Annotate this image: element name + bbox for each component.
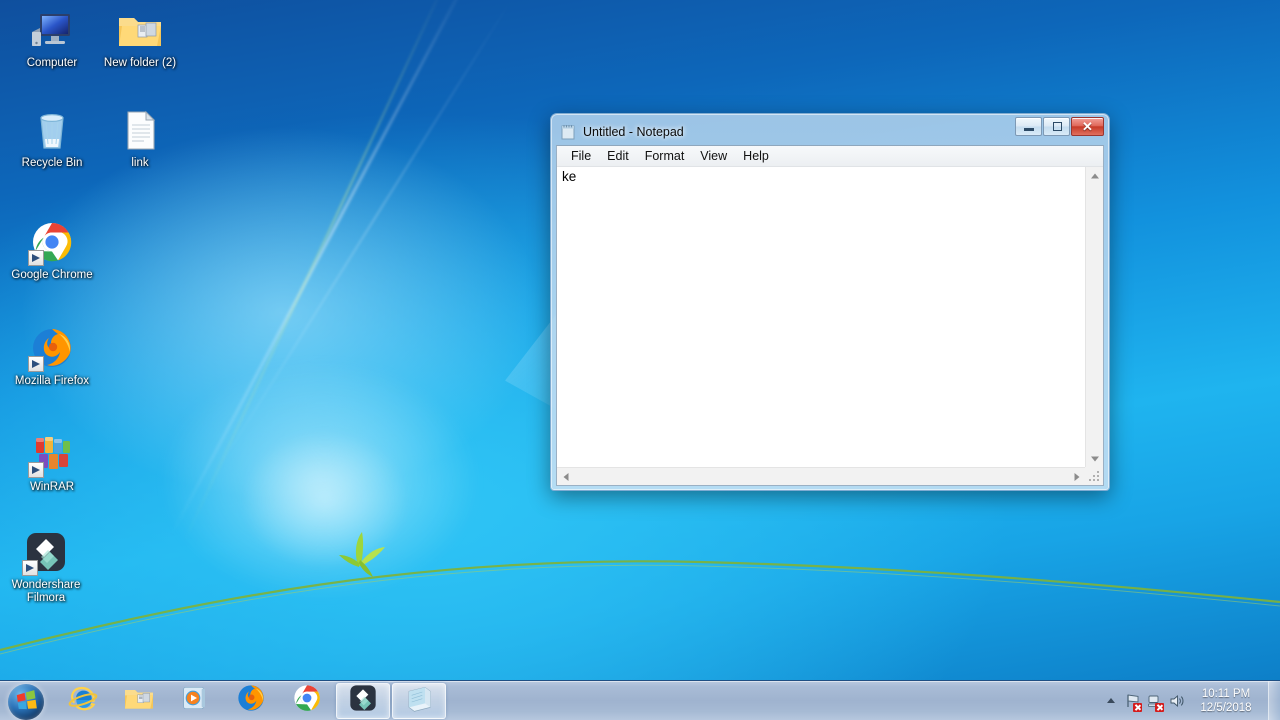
scroll-left-button[interactable]: [557, 468, 574, 485]
minimize-button[interactable]: [1015, 117, 1042, 136]
winrar-icon: [28, 430, 76, 478]
vertical-scrollbar[interactable]: [1085, 167, 1103, 467]
notepad-icon: [403, 682, 435, 719]
shortcut-arrow-icon: [22, 560, 38, 576]
clock-time: 10:11 PM: [1201, 687, 1251, 700]
menu-item-format[interactable]: Format: [637, 147, 693, 165]
firefox-icon: [235, 682, 267, 719]
taskbar-button-wondershare-filmora[interactable]: [336, 682, 390, 719]
desktop-icon-label: Mozilla Firefox: [14, 375, 90, 387]
start-orb-icon: [8, 683, 44, 720]
clock-date: 12/5/2018: [1200, 701, 1252, 714]
desktop-icon-computer[interactable]: Computer: [8, 6, 96, 70]
taskbar-button-windows-explorer[interactable]: [112, 683, 166, 719]
desktop-icon-label: Computer: [26, 57, 78, 69]
horizontal-scrollbar[interactable]: [557, 467, 1085, 485]
window-title: Untitled - Notepad: [583, 125, 684, 139]
maximize-icon: [1053, 122, 1062, 131]
internet-explorer-icon: [67, 682, 99, 719]
folder-icon: [116, 6, 164, 54]
taskbar-button-google-chrome[interactable]: [280, 683, 334, 719]
chrome-icon: [28, 218, 76, 266]
show-desktop-button[interactable]: [1268, 680, 1280, 720]
computer-icon: [28, 6, 76, 54]
menu-item-edit[interactable]: Edit: [599, 147, 637, 165]
desktop-icon-wondershare-filmora[interactable]: Wondershare Filmora: [2, 528, 90, 605]
taskbar-button-windows-media-player[interactable]: [168, 683, 222, 719]
scroll-right-button[interactable]: [1068, 468, 1085, 485]
start-button[interactable]: [3, 682, 51, 720]
text-file-icon: [116, 106, 164, 154]
action-center-button[interactable]: [1122, 681, 1144, 720]
folder-icon: [123, 682, 155, 719]
chevron-down-icon: [1090, 456, 1099, 461]
menu-item-help[interactable]: Help: [735, 147, 777, 165]
firefox-icon: [28, 324, 76, 372]
show-hidden-icons-button[interactable]: [1100, 681, 1122, 720]
maximize-button[interactable]: [1043, 117, 1070, 136]
chevron-up-icon: [1090, 173, 1099, 178]
menu-item-file[interactable]: File: [563, 147, 599, 165]
wallpaper-grass: [0, 532, 1280, 655]
notepad-edit-area[interactable]: [557, 167, 1103, 485]
desktop-icon-label: link: [131, 157, 149, 169]
chevron-right-icon: [1074, 472, 1079, 481]
clock[interactable]: 10:11 PM 12/5/2018: [1188, 687, 1264, 715]
taskbar-button-notepad[interactable]: [392, 682, 446, 719]
close-icon: ✕: [1082, 119, 1093, 134]
desktop-icon-winrar[interactable]: WinRAR: [8, 430, 96, 494]
network-button[interactable]: [1144, 681, 1166, 720]
resize-grip[interactable]: [1085, 467, 1103, 485]
scroll-up-button[interactable]: [1086, 167, 1103, 184]
system-tray[interactable]: 10:11 PM 12/5/2018: [1100, 680, 1280, 720]
desktop-icon-google-chrome[interactable]: Google Chrome: [8, 218, 96, 282]
desktop-icon-label: New folder (2): [103, 57, 177, 69]
taskbar-button-mozilla-firefox[interactable]: [224, 683, 278, 719]
notepad-window[interactable]: Untitled - Notepad ✕ File Edit Format View H…: [550, 113, 1110, 491]
chevron-up-icon: [1107, 698, 1115, 703]
speaker-icon: [1170, 694, 1183, 707]
desktop-icon-new-folder-2[interactable]: New folder (2): [96, 6, 184, 70]
recycle-bin-icon: [28, 106, 76, 154]
desktop-icon-label: WinRAR: [29, 481, 75, 493]
desktop-icon-recycle-bin[interactable]: Recycle Bin: [8, 106, 96, 170]
volume-button[interactable]: [1166, 681, 1188, 720]
shortcut-arrow-icon: [28, 356, 44, 372]
desktop-icon-link[interactable]: link: [96, 106, 184, 170]
desktop-icon-label: Google Chrome: [11, 269, 93, 281]
shortcut-arrow-icon: [28, 462, 44, 478]
error-badge-icon: [1155, 702, 1164, 712]
desktop-icon-label: Recycle Bin: [21, 157, 83, 169]
taskbar[interactable]: 10:11 PM 12/5/2018: [0, 680, 1280, 720]
filmora-icon: [22, 528, 70, 576]
notepad-menu-bar[interactable]: File Edit Format View Help: [557, 146, 1103, 167]
chevron-left-icon: [563, 472, 568, 481]
desktop-icon-mozilla-firefox[interactable]: Mozilla Firefox: [8, 324, 96, 388]
minimize-icon: [1024, 128, 1034, 131]
taskbar-button-internet-explorer[interactable]: [56, 683, 110, 719]
menu-item-view[interactable]: View: [692, 147, 735, 165]
notepad-client-area: File Edit Format View Help: [556, 145, 1104, 486]
error-badge-icon: [1133, 702, 1142, 712]
notepad-text-input[interactable]: [557, 167, 1085, 467]
scroll-down-button[interactable]: [1086, 450, 1103, 467]
close-button[interactable]: ✕: [1071, 117, 1104, 136]
notepad-title-bar[interactable]: Untitled - Notepad ✕: [556, 117, 1104, 145]
filmora-icon: [347, 682, 379, 719]
notepad-icon: [561, 124, 576, 140]
desktop-icon-label: Wondershare Filmora: [11, 579, 81, 604]
media-player-icon: [179, 682, 211, 719]
chrome-icon: [291, 682, 323, 719]
shortcut-arrow-icon: [28, 250, 44, 266]
window-controls[interactable]: ✕: [1015, 117, 1104, 136]
